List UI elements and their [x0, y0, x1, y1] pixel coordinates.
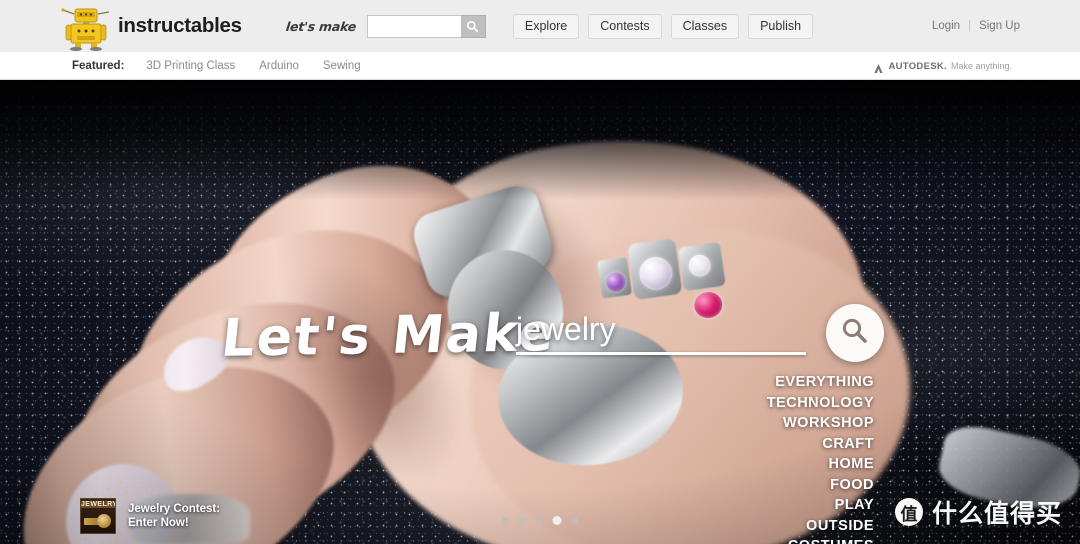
- nav-contests-button[interactable]: Contests: [588, 13, 662, 39]
- contest-thumb-label: JEWELRY: [81, 501, 116, 508]
- primary-nav: Explore Contests Classes Publish: [512, 13, 814, 39]
- search-button[interactable]: [460, 14, 486, 38]
- category-technology[interactable]: TECHNOLOGY: [767, 395, 874, 413]
- contest-thumbnail: JEWELRY: [80, 498, 116, 534]
- category-costumes[interactable]: COSTUMES: [788, 538, 874, 544]
- watermark-text: 什么值得买: [931, 499, 1062, 528]
- account-links: Login | Sign Up: [932, 0, 1020, 52]
- hero-overlay: Let's Make jewelry EVERYTHING TECHNOLOGY…: [0, 80, 1080, 544]
- lets-make-label: let's make: [284, 18, 357, 34]
- carousel-dot-5[interactable]: [571, 517, 579, 524]
- contest-title: Jewelry Contest:: [128, 503, 221, 515]
- autodesk-tagline: Make anything.: [950, 61, 1012, 71]
- featured-link-sewing[interactable]: Sewing: [323, 60, 361, 72]
- search-input[interactable]: [366, 14, 461, 38]
- category-everything[interactable]: EVERYTHING: [775, 374, 874, 392]
- account-separator: |: [968, 20, 972, 32]
- featured-link-arduino[interactable]: Arduino: [259, 60, 299, 72]
- contest-cta: Enter Now!: [128, 517, 189, 529]
- signup-link[interactable]: Sign Up: [979, 20, 1020, 32]
- category-food[interactable]: FOOD: [830, 477, 874, 495]
- search-icon: [840, 316, 870, 351]
- hero-category-list: EVERYTHING TECHNOLOGY WORKSHOP CRAFT HOM…: [767, 374, 874, 544]
- featured-bar: Featured: 3D Printing Class Arduino Sewi…: [0, 52, 1080, 80]
- site-header: instructables let's make Explore Contest…: [0, 0, 1080, 52]
- carousel-dot-4[interactable]: [552, 516, 562, 525]
- autodesk-name: AUTODESK.: [888, 60, 947, 72]
- page-root: instructables let's make Explore Contest…: [0, 0, 1080, 544]
- category-outside[interactable]: OUTSIDE: [806, 518, 874, 536]
- contest-promo[interactable]: JEWELRY Jewelry Contest: Enter Now!: [80, 498, 220, 534]
- nav-explore-button[interactable]: Explore: [512, 13, 580, 39]
- autodesk-logo-icon: [873, 61, 884, 73]
- watermark: 值 什么值得买: [894, 494, 1062, 530]
- category-workshop[interactable]: WORKSHOP: [783, 415, 874, 433]
- login-link[interactable]: Login: [932, 20, 960, 32]
- header-search: let's make: [284, 14, 486, 38]
- carousel-dots: [501, 516, 579, 525]
- nav-classes-button[interactable]: Classes: [670, 13, 740, 39]
- brand-name: instructables: [118, 14, 242, 37]
- featured-links: 3D Printing Class Arduino Sewing: [146, 60, 360, 72]
- carousel-dot-2[interactable]: [518, 517, 526, 524]
- search-icon: [466, 20, 479, 33]
- featured-label: Featured:: [72, 59, 125, 72]
- hero-query-value[interactable]: jewelry: [516, 308, 806, 350]
- category-play[interactable]: PLAY: [835, 497, 874, 515]
- nav-publish-button[interactable]: Publish: [748, 13, 814, 39]
- hero-search-field[interactable]: jewelry: [516, 308, 806, 355]
- robot-icon: [60, 1, 112, 51]
- hero-search-button[interactable]: [826, 304, 884, 362]
- hero-query-underline: [516, 352, 806, 355]
- autodesk-branding: AUTODESK. Make anything.: [873, 52, 1012, 80]
- hero-headline: Let's Make: [218, 303, 560, 369]
- carousel-dot-3[interactable]: [535, 517, 543, 524]
- watermark-logo-icon: 值: [894, 498, 923, 526]
- site-logo[interactable]: instructables: [60, 1, 242, 51]
- carousel-dot-1[interactable]: [501, 517, 509, 524]
- category-home[interactable]: HOME: [829, 456, 875, 474]
- featured-link-3d-printing-class[interactable]: 3D Printing Class: [146, 60, 235, 72]
- category-craft[interactable]: CRAFT: [822, 436, 874, 454]
- hero-banner: Let's Make jewelry EVERYTHING TECHNOLOGY…: [0, 80, 1080, 544]
